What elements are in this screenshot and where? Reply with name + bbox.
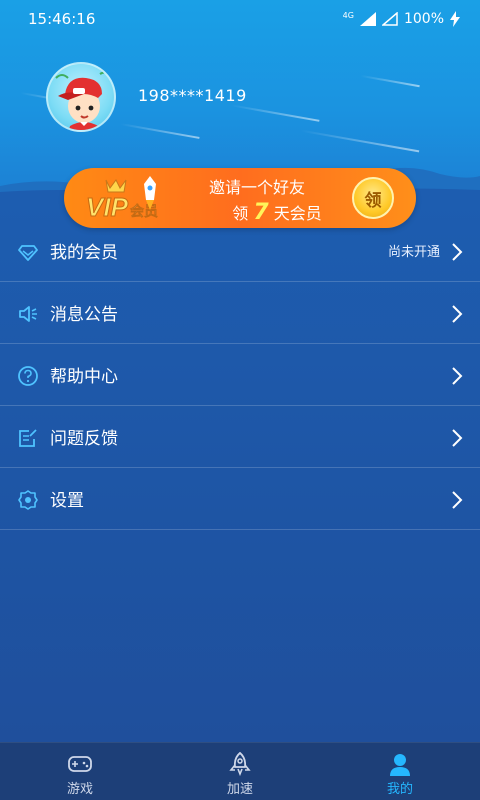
vip-banner-title: 邀请一个好友 [208, 178, 305, 197]
sky-streak [230, 104, 320, 122]
svg-text:VIP: VIP [86, 192, 129, 222]
chevron-right-icon [452, 243, 463, 261]
bottom-navigation: 游戏 加速 我的 [0, 742, 480, 800]
membership-status: 尚未开通 [387, 245, 440, 260]
nav-tab-games[interactable]: 游戏 [0, 743, 160, 800]
claim-coin-button[interactable]: 领 [352, 177, 394, 219]
avatar[interactable] [46, 62, 116, 132]
charging-icon [450, 11, 460, 27]
nav-tab-mine[interactable]: 我的 [320, 743, 480, 800]
feedback-icon [19, 429, 37, 447]
nav-label: 我的 [386, 781, 413, 797]
chevron-right-icon [452, 367, 463, 385]
chevron-right-icon [452, 491, 463, 509]
diamond-icon [18, 245, 38, 261]
menu-label: 帮助中心 [50, 367, 118, 387]
vip-banner-subtitle: 领 7 天会员 [182, 200, 332, 225]
vip-banner-suffix: 天会员 [273, 204, 322, 223]
profile-menu: 我的会员 尚未开通 消息公告 帮助中心 问题反馈 设置 [0, 220, 480, 530]
sky-streak [300, 129, 420, 153]
status-bar: 15:46:16 4G 100% [0, 0, 480, 38]
menu-label: 我的会员 [50, 243, 118, 263]
chevron-right-icon [452, 429, 463, 447]
nav-label: 游戏 [66, 781, 93, 797]
menu-label: 设置 [50, 491, 84, 511]
menu-item-settings[interactable]: 设置 [0, 468, 480, 530]
wifi-signal-icon [381, 12, 398, 26]
rocket-icon [229, 751, 251, 776]
vip-invite-banner[interactable]: VIP 会员 邀请一个好友 领 7 天会员 领 [64, 168, 416, 228]
settings-icon [18, 490, 38, 510]
nav-tab-boost[interactable]: 加速 [160, 743, 320, 800]
signal-icon [359, 12, 376, 26]
sky-streak [360, 74, 420, 88]
user-phone: 198****1419 [138, 86, 247, 105]
status-time: 15:46:16 [28, 10, 96, 28]
help-icon [18, 366, 38, 386]
gamepad-icon [68, 755, 92, 772]
chevron-right-icon [452, 305, 463, 323]
sky-streak [120, 123, 200, 139]
battery-percent: 100% [403, 11, 444, 27]
vip-banner-text: 邀请一个好友 领 7 天会员 [182, 174, 332, 225]
vip-logo-icon: VIP 会员 [86, 176, 158, 223]
menu-item-announcements[interactable]: 消息公告 [0, 282, 480, 344]
vip-banner-days: 7 [253, 200, 269, 225]
nav-label: 加速 [226, 781, 253, 797]
menu-label: 消息公告 [50, 305, 118, 325]
menu-label: 问题反馈 [50, 429, 118, 449]
svg-text:会员: 会员 [130, 203, 158, 220]
menu-item-feedback[interactable]: 问题反馈 [0, 406, 480, 468]
network-type: 4G [342, 10, 354, 20]
status-indicators: 4G 100% [343, 11, 460, 27]
user-icon [390, 753, 410, 776]
vip-banner-prefix: 领 [232, 204, 249, 223]
speaker-icon [19, 306, 37, 322]
menu-item-membership[interactable]: 我的会员 尚未开通 [0, 220, 480, 282]
menu-item-help-center[interactable]: 帮助中心 [0, 344, 480, 406]
